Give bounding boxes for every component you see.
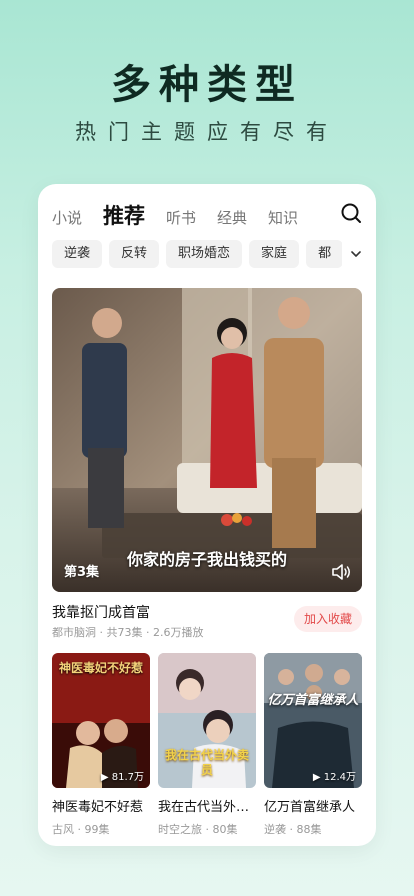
chip-workplace-marriage[interactable]: 职场婚恋: [166, 240, 243, 268]
featured-video[interactable]: 第3集 你家的房子我出钱买的: [52, 288, 362, 592]
play-count: ▶ 12.4万: [312, 772, 356, 783]
poster: 神医毒妃不好惹 ▶ 81.7万: [52, 653, 150, 788]
play-count: ▶ 81.7万: [100, 772, 144, 783]
drama-title: 我在古代当外…: [158, 800, 250, 815]
drama-card[interactable]: 亿万首富继承人 ▶ 12.4万 亿万首富继承人 逆袭 · 88集: [264, 653, 362, 837]
chip-family[interactable]: 家庭: [249, 240, 300, 268]
chevron-down-icon[interactable]: [348, 244, 364, 264]
hero-title: 多种类型: [111, 62, 303, 108]
drama-card[interactable]: 我在古代当外卖员 我在古代当外… 时空之旅 · 80集: [158, 653, 256, 837]
drama-meta: 时空之旅 · 80集: [158, 823, 238, 836]
drama-title: 亿万首富继承人: [264, 800, 356, 815]
drama-title: 神医毒妃不好惹: [52, 800, 144, 815]
video-subtitle: 你家的房子我出钱买的: [126, 550, 287, 569]
chip-twist[interactable]: 反转: [109, 240, 160, 268]
drama-card[interactable]: 神医毒妃不好惹 ▶ 81.7万 神医毒妃不好惹 古风 · 99集: [52, 653, 150, 837]
poster-title: 神医毒妃不好惹: [58, 661, 143, 675]
chip-urban[interactable]: 都: [306, 240, 342, 268]
add-favorite-button[interactable]: 加入收藏: [293, 606, 362, 632]
content-card: 小说 推荐 听书 经典 知识 逆袭 反转 职场婚恋 家庭 都 第3集 你家的房子…: [38, 184, 376, 846]
volume-icon[interactable]: [330, 562, 352, 582]
tab-recommend[interactable]: 推荐: [103, 202, 145, 230]
featured-meta: 都市脑洞 · 共73集 · 2.6万播放: [52, 626, 204, 639]
poster: 我在古代当外卖员: [158, 653, 256, 788]
poster-title: 亿万首富继承人: [267, 693, 359, 708]
poster: 亿万首富继承人 ▶ 12.4万: [264, 653, 362, 788]
tab-novel[interactable]: 小说: [52, 206, 82, 230]
drama-meta: 逆袭 · 88集: [264, 823, 322, 836]
drama-meta: 古风 · 99集: [52, 823, 110, 836]
tab-knowledge[interactable]: 知识: [268, 206, 298, 230]
featured-title[interactable]: 我靠抠门成首富: [52, 602, 150, 622]
poster-title: 我在古代当外卖员: [164, 748, 249, 777]
drama-grid: 神医毒妃不好惹 ▶ 81.7万 神医毒妃不好惹 古风 · 99集 我在古代当外卖…: [52, 653, 362, 837]
tab-bar: 小说 推荐 听书 经典 知识: [52, 198, 319, 230]
tab-classic[interactable]: 经典: [217, 206, 247, 230]
tab-audiobook[interactable]: 听书: [166, 206, 196, 230]
chip-counterattack[interactable]: 逆袭: [52, 240, 103, 268]
search-icon[interactable]: [340, 202, 362, 224]
category-chips: 逆袭 反转 职场婚恋 家庭 都: [52, 240, 342, 268]
hero-subtitle: 热门主题应有尽有: [75, 120, 339, 144]
